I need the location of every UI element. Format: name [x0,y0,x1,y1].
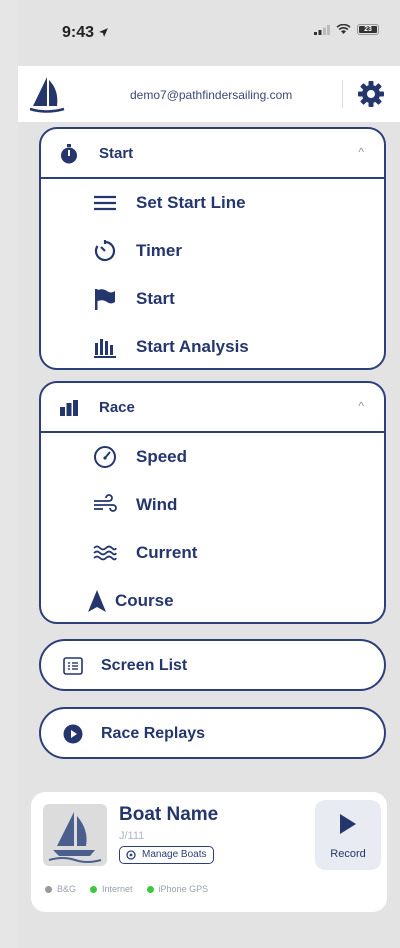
menu-item-timer[interactable]: Timer [41,227,384,275]
menu-item-set-start-line[interactable]: Set Start Line [41,179,384,227]
timer-icon [94,240,116,262]
race-section: Race ^ Speed Wind Current Course [39,381,386,624]
menu-item-label: Set Start Line [136,193,246,212]
status-dot-icon [45,885,52,893]
start-section-title: Start [99,145,134,162]
account-email: demo7@pathfindersailing.com [130,88,293,102]
race-section-header[interactable]: Race ^ [41,383,384,433]
gear-icon [126,850,136,860]
menu-item-start-analysis[interactable]: Start Analysis [41,323,384,371]
waves-icon [93,545,117,561]
speedometer-icon [94,446,116,468]
start-section-header[interactable]: Start ^ [41,129,384,179]
menu-item-label: Current [136,543,198,562]
sailboat-logo-icon [29,77,65,113]
status-indicators: 23 [314,24,379,35]
play-circle-icon [63,724,83,744]
bar-chart-icon [94,339,116,358]
race-section-title: Race [99,399,135,416]
screen-list-button[interactable]: Screen List [39,639,386,691]
play-icon [340,814,356,834]
chevron-up-icon[interactable]: ^ [358,399,364,413]
boat-model: J/111 [119,830,145,842]
record-label: Record [330,848,366,860]
location-arrow-icon [99,28,109,37]
record-button[interactable]: Record [315,800,381,870]
menu-item-label: Speed [136,447,188,466]
start-section: Start ^ Set Start Line Timer Start Start… [39,127,386,370]
manage-boats-button[interactable]: Manage Boats [119,846,214,864]
screen-list-label: Screen List [101,657,188,674]
menu-item-label: Timer [136,241,182,260]
menu-item-course[interactable]: Course [41,577,384,625]
list-icon [63,657,83,675]
menu-item-current[interactable]: Current [41,529,384,577]
flag-icon [95,289,115,310]
header-divider [342,80,343,108]
status-internet: Internet [90,884,133,894]
race-replays-label: Race Replays [101,725,206,742]
battery-icon: 23 [357,24,379,35]
sailboat-icon [48,812,102,863]
race-replays-button[interactable]: Race Replays [39,707,386,759]
status-iphone-gps: iPhone GPS [146,884,208,894]
menu-item-label: Wind [136,495,178,514]
menu-item-start[interactable]: Start [41,275,384,323]
menu-item-speed[interactable]: Speed [41,433,384,481]
bar-chart-icon [60,400,78,416]
menu-item-label: Start Analysis [136,337,249,356]
app-screen: 9:43 23 demo7@pathfindersailing.com Star… [18,0,400,948]
arrow-icon [88,590,106,612]
status-dot-icon [146,885,154,893]
menu-item-wind[interactable]: Wind [41,481,384,529]
boat-card: Boat Name J/111 Manage Boats Record B&G … [31,792,387,912]
stopwatch-icon [61,144,77,164]
menu-item-label: Start [136,289,175,308]
wind-icon [94,494,117,512]
lines-icon [94,195,116,211]
connection-statuses: B&G Internet iPhone GPS [45,884,208,894]
status-time: 9:43 [62,24,109,42]
wifi-icon [336,24,351,34]
boat-image [43,804,107,866]
manage-boats-label: Manage Boats [142,849,207,860]
status-dot-icon [90,885,98,893]
signal-icon [314,24,330,35]
settings-gear-icon[interactable] [357,80,385,108]
boat-name: Boat Name [119,804,219,825]
chevron-up-icon[interactable]: ^ [358,145,364,159]
status-bar: 9:43 23 [18,0,400,66]
app-header: demo7@pathfindersailing.com [18,66,400,122]
status-bg: B&G [45,884,76,894]
menu-item-label: Course [115,591,174,610]
